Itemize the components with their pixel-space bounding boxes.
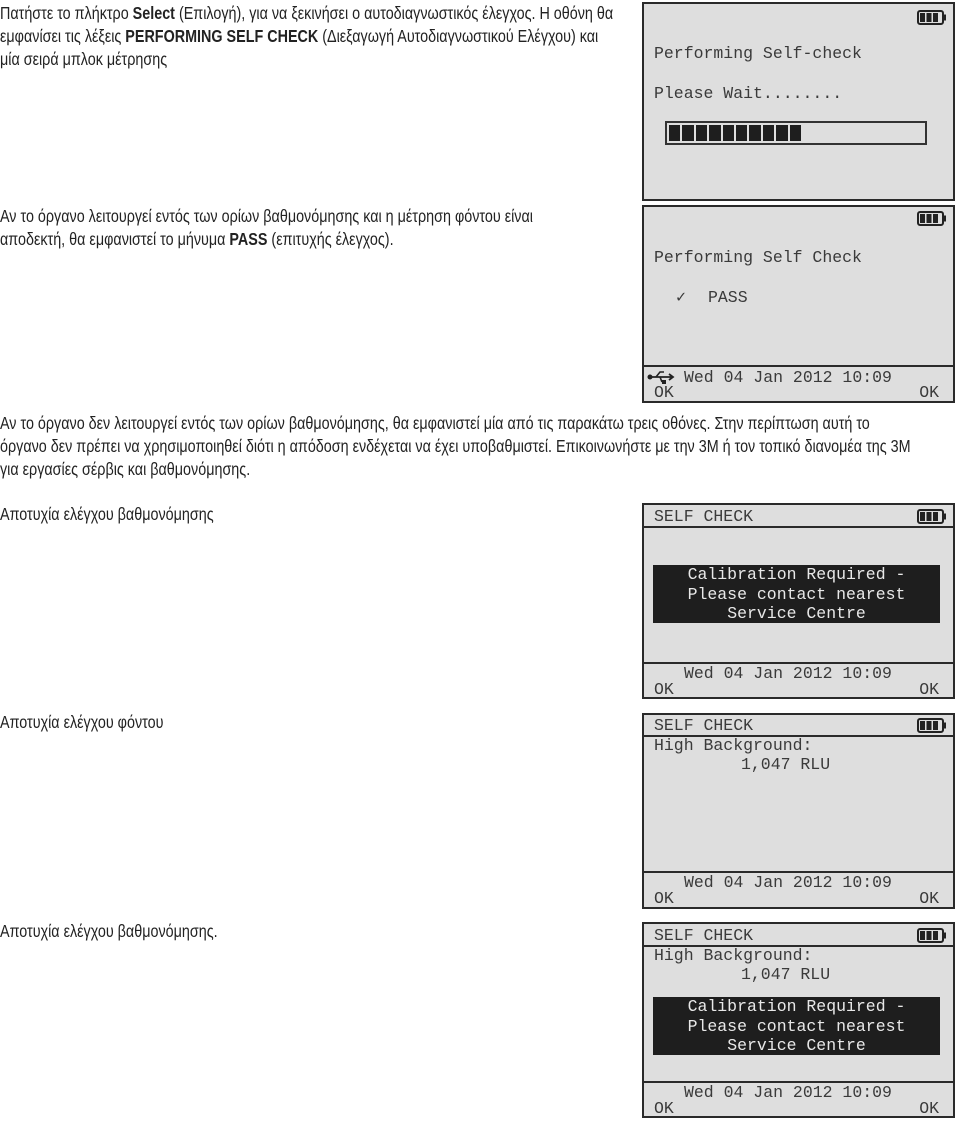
intro-paragraph: Πατήστε το πλήκτρο Select (Επιλογή), για… xyxy=(0,2,613,71)
label-calibration-fail-2: Αποτυχία ελέγχου βαθμονόμησης. xyxy=(0,921,218,941)
progress-block xyxy=(709,125,721,141)
pass-result: PASS xyxy=(708,288,748,307)
message-line: Service Centre xyxy=(727,604,866,623)
text-segment: Πατήστε το πλήκτρο xyxy=(0,3,133,23)
text-segment: (Διεξαγωγή Αυτοδιαγνωστικού Ελέγχου) και xyxy=(318,26,599,46)
datetime: Wed 04 Jan 2012 10:09 xyxy=(684,873,892,892)
please-wait-text: Please Wait........ xyxy=(654,84,843,103)
text-segment: για εργασίες σέρβις και βαθμονόμησης. xyxy=(0,459,251,479)
ok-left-softkey[interactable]: OK xyxy=(654,681,674,699)
ok-right-softkey[interactable]: OK xyxy=(919,1100,939,1118)
progress-block xyxy=(722,125,734,141)
text-line: όργανο δεν πρέπει να χρησιμοποιηθεί διότ… xyxy=(0,435,911,458)
screen-background-and-calibration-fail: SELF CHECK High Background: 1,047 RLU Ca… xyxy=(642,922,955,1118)
text-line: για εργασίες σέρβις και βαθμονόμησης. xyxy=(0,458,911,481)
datetime: Wed 04 Jan 2012 10:09 xyxy=(684,368,892,387)
background-value: 1,047 RLU xyxy=(741,755,831,774)
progress-bar xyxy=(665,121,927,145)
message-line: Please contact nearest xyxy=(687,584,906,604)
ok-right-softkey[interactable]: OK xyxy=(919,681,939,699)
text-segment: (Επιλογή), για να ξεκινήσει ο αυτοδιαγνω… xyxy=(174,3,614,23)
calibration-message-box: Calibration Required - Please contact ne… xyxy=(653,565,940,623)
progress-block xyxy=(762,125,775,141)
bold-term: PASS xyxy=(229,229,268,249)
screen-calibration-fail: SELF CHECK Calibration Required - Please… xyxy=(642,503,955,699)
bold-term: Select xyxy=(132,3,175,23)
screen-progress: Performing Self-check Please Wait.......… xyxy=(642,2,955,201)
check-icon: ✓ xyxy=(676,288,686,307)
text-segment: (επιτυχής έλεγχος). xyxy=(267,229,394,249)
datetime: Wed 04 Jan 2012 10:09 xyxy=(684,664,892,683)
label-calibration-fail: Αποτυχία ελέγχου βαθμονόμησης xyxy=(0,504,214,524)
pass-paragraph: Αν το όργανο λειτουργεί εντός των ορίων … xyxy=(0,205,533,251)
text-line: Πατήστε το πλήκτρο Select (Επιλογή), για… xyxy=(0,2,613,25)
screen-header: SELF CHECK xyxy=(654,716,754,735)
progress-block xyxy=(682,125,694,141)
screen-background-fail: SELF CHECK High Background: 1,047 RLU We… xyxy=(642,713,955,909)
battery-icon xyxy=(917,718,946,733)
battery-icon xyxy=(917,10,946,25)
text-segment: εμφανίσει τις λέξεις xyxy=(0,26,126,46)
screen-title: Performing Self-check xyxy=(654,44,862,63)
text-line: αποδεκτή, θα εμφανιστεί το μήνυμα PASS (… xyxy=(0,228,533,251)
screen-title: Performing Self Check xyxy=(654,248,862,267)
text-segment: Αν το όργανο δεν λειτουργεί εντός των ορ… xyxy=(0,413,870,433)
text-line: εμφανίσει τις λέξεις PERFORMING SELF CHE… xyxy=(0,25,613,48)
text-segment: μία σειρά μπλοκ μέτρησης xyxy=(0,49,168,69)
background-label: High Background: xyxy=(654,736,813,755)
battery-icon xyxy=(917,509,946,524)
text-line: μία σειρά μπλοκ μέτρησης xyxy=(0,48,613,71)
calibration-message-box: Calibration Required - Please contact ne… xyxy=(653,997,940,1055)
progress-block xyxy=(735,125,748,141)
screen-header: SELF CHECK xyxy=(654,926,754,945)
ok-left-softkey[interactable]: OK xyxy=(654,890,674,908)
text-segment: αποδεκτή, θα εμφανιστεί το μήνυμα xyxy=(0,229,230,249)
text-line: Αν το όργανο δεν λειτουργεί εντός των ορ… xyxy=(0,412,911,435)
datetime: Wed 04 Jan 2012 10:09 xyxy=(684,1083,892,1102)
battery-icon xyxy=(917,928,946,943)
message-line: Please contact nearest xyxy=(687,1016,906,1036)
battery-icon xyxy=(917,211,946,226)
screen-pass: Performing Self Check ✓ PASS Wed 04 Jan … xyxy=(642,205,955,403)
message-line: Calibration Required - xyxy=(687,565,906,584)
text-segment: Αν το όργανο λειτουργεί εντός των ορίων … xyxy=(0,206,533,226)
background-value: 1,047 RLU xyxy=(741,965,831,984)
label-background-fail: Αποτυχία ελέγχου φόντου xyxy=(0,712,164,732)
usb-icon xyxy=(647,371,675,384)
header-divider xyxy=(644,526,953,528)
fail-paragraph: Αν το όργανο δεν λειτουργεί εντός των ορ… xyxy=(0,412,911,481)
manual-page: Πατήστε το πλήκτρο Select (Επιλογή), για… xyxy=(0,0,960,1121)
text-line: Αν το όργανο λειτουργεί εντός των ορίων … xyxy=(0,205,533,228)
ok-right-softkey[interactable]: OK xyxy=(919,890,939,908)
progress-block xyxy=(789,125,801,141)
text-segment: όργανο δεν πρέπει να χρησιμοποιηθεί διότ… xyxy=(0,436,911,456)
progress-block xyxy=(695,125,708,141)
progress-block xyxy=(749,125,761,141)
ok-left-softkey[interactable]: OK xyxy=(654,1100,674,1118)
ok-right-softkey[interactable]: OK xyxy=(919,384,939,402)
progress-block xyxy=(669,125,681,141)
footer-divider xyxy=(644,365,953,367)
message-line: Calibration Required - xyxy=(687,997,906,1016)
ok-left-softkey[interactable]: OK xyxy=(654,384,674,402)
background-label: High Background: xyxy=(654,946,813,965)
screen-header: SELF CHECK xyxy=(654,507,754,526)
progress-block xyxy=(776,125,788,141)
message-line: Service Centre xyxy=(727,1036,866,1055)
bold-term: PERFORMING SELF CHECK xyxy=(125,26,319,46)
